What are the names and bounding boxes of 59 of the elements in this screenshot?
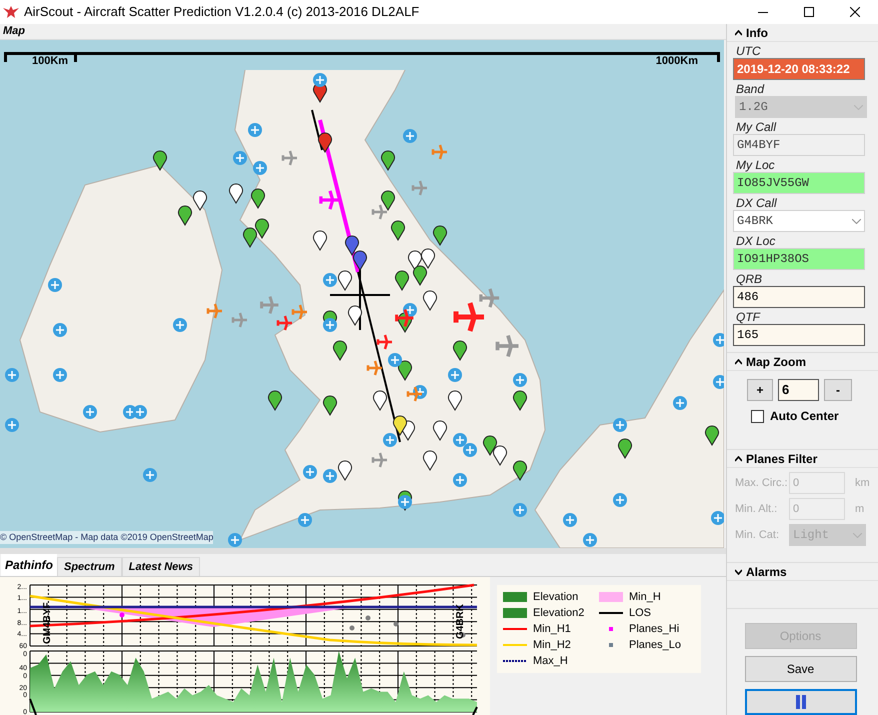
field-label: DX Loc (735, 233, 776, 248)
station-label: GM4BYF (42, 602, 53, 644)
legend-label: Planes_Hi (629, 622, 680, 637)
app-logo-icon (3, 6, 19, 18)
filter-label: Min. Cat: (735, 528, 780, 543)
zoom-out-button[interactable]: - (824, 379, 852, 401)
map-group-title: Map (3, 24, 25, 40)
unit-label: m (855, 502, 864, 517)
legend-label: Min_H1 (533, 622, 571, 637)
field-label: Band (735, 81, 766, 96)
legend-label: Planes_Lo (629, 638, 681, 653)
filter-label: Min. Alt.: (735, 502, 778, 517)
close-icon (850, 7, 860, 17)
field-label: My Call (735, 119, 778, 134)
input-field[interactable]: GM4BYF (733, 134, 865, 156)
map-attribution: © OpenStreetMap - Map data ©2019 OpenStreetMap (0, 530, 214, 544)
legend-label: LOS (629, 606, 652, 621)
field-label: UTC (735, 43, 762, 58)
legend-label: Min_H (629, 590, 661, 605)
scale-label: 100Km (32, 54, 68, 69)
maximize-icon (804, 7, 814, 17)
legend-label: Elevation (533, 590, 578, 605)
section-title: Map Zoom (746, 354, 806, 370)
legend-label: Max_H (533, 654, 568, 669)
input-field[interactable]: IO91HP38OS (733, 248, 865, 270)
tab[interactable]: Spectrum (57, 557, 122, 576)
input-field[interactable]: IO85JV55GW (733, 172, 865, 194)
zoom-in-button[interactable]: + (747, 379, 773, 401)
chevron-down-icon (852, 218, 861, 224)
checkbox-label: Auto Center (770, 408, 839, 425)
input-field[interactable]: 165 (733, 324, 865, 346)
pause-icon (794, 695, 806, 709)
section-title: Info (746, 24, 768, 42)
field-label: My Loc (735, 157, 776, 172)
collapse-caret-icon[interactable] (735, 358, 742, 364)
field-label: QRB (735, 271, 764, 286)
pause-button[interactable] (744, 689, 856, 715)
window-title: AirScout - Aircraft Scatter Prediction V1.2.0.4 (c) 2013-2016 DL2ALF (24, 3, 420, 22)
legend-label: Elevation2 (533, 606, 584, 621)
collapse-caret-icon[interactable] (735, 456, 742, 462)
unit-label: km (855, 476, 870, 491)
legend-label: Min_H2 (533, 638, 571, 653)
field-label: QTF (735, 309, 762, 324)
save-button[interactable]: Save (744, 656, 856, 682)
section-title: Alarms (746, 564, 787, 580)
section-title: Planes Filter (746, 450, 818, 468)
chevron-down-icon (853, 532, 862, 538)
collapse-caret-icon[interactable] (735, 30, 742, 36)
field-label: DX Call (735, 195, 778, 210)
zoom-level-field[interactable]: 6 (778, 379, 819, 401)
input-field[interactable]: 486 (733, 286, 865, 308)
expand-caret-icon[interactable] (735, 568, 742, 574)
tab[interactable]: Pathinfo (1, 554, 57, 576)
scale-label: 1000Km (656, 54, 698, 69)
checkbox[interactable] (751, 410, 764, 422)
filter-label: Max. Circ.: (735, 476, 789, 491)
tab[interactable]: Latest News (122, 557, 200, 576)
chevron-down-icon (854, 104, 863, 110)
dropdown-field[interactable]: G4BRK (733, 210, 865, 232)
